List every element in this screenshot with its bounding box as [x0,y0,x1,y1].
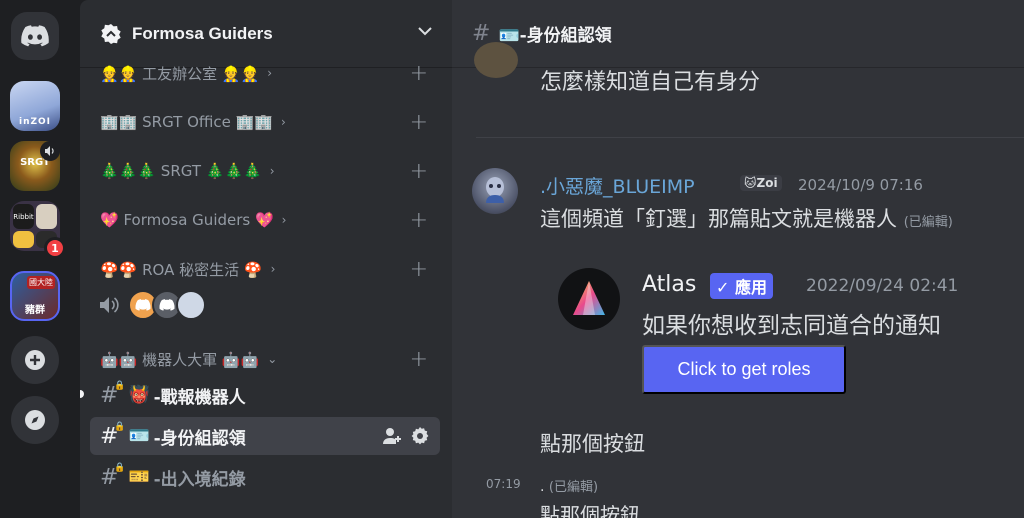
create-channel-plus-icon[interactable]: + [410,347,428,372]
create-channel-plus-icon[interactable]: + [410,257,428,282]
home-button[interactable] [11,12,59,60]
role-tag: 🐱Zoi [740,175,782,191]
message-content: 這個頻道「釘選」那篇貼文就是機器人 [540,207,897,231]
invite-user-icon[interactable] [382,426,402,446]
message-text: 怎麼樣知道自己有身分 [540,70,761,95]
create-channel-plus-icon[interactable]: + [410,110,428,135]
server-label: 豬群 [25,305,45,316]
message-timestamp: 2022/09/24 02:41 [806,276,959,296]
community-icon [100,23,122,45]
create-channel-plus-icon[interactable]: + [410,159,428,184]
app-tag: ✓ 應用 [710,273,773,299]
server-icon-pig-group[interactable]: 國大陸 豬群 [10,271,60,321]
message-text: 點那個按鈕 [540,505,640,518]
bot-name[interactable]: Atlas [642,272,696,297]
channel-label: -戰報機器人 [153,387,246,408]
speaker-icon [100,297,119,313]
category-formosa-guiders[interactable]: 💖 Formosa Guiders 💖 › + [80,206,452,234]
chat-area: # 🪪-身份組認領 怎麼樣知道自己有身分 .小惡魔_BLUEIMP 🐱Zoi 2… [452,0,1024,518]
category-label: 💖 Formosa Guiders 💖 [100,211,274,229]
bot-avatar[interactable] [558,268,620,330]
message-text: 點那個按鈕 [540,432,645,456]
gear-icon[interactable] [410,426,430,446]
server-thumb [36,204,57,229]
channel-label: -出入境紀錄 [153,469,246,490]
hash-lock-icon: # 🔒 [100,421,126,449]
chevron-right-icon: › [267,66,273,80]
chevron-right-icon: › [281,115,286,129]
mention-count-badge: 1 [44,237,66,259]
category-label: 🎄🎄🎄 SRGT 🎄🎄🎄 [100,162,262,180]
avatar[interactable] [472,168,518,214]
chevron-right-icon: › [281,213,287,227]
category-label: 🏢🏢 SRGT Office 🏢🏢 [100,113,273,131]
chevron-down-icon[interactable] [418,26,432,36]
message-timestamp: 2024/10/9 07:16 [798,176,923,194]
avatar[interactable] [474,42,518,78]
channel-battle-report-bot[interactable]: # 🔒 👹 -戰報機器人 [90,376,440,414]
channel-title: 🪪-身份組認領 [498,26,612,46]
add-server-button[interactable] [11,336,59,384]
chevron-right-icon: › [269,164,275,178]
message-text: . (已編輯) [540,476,598,495]
chevron-right-icon: › [270,262,276,276]
server-thumb [13,231,34,248]
channel-emoji: 🎫 [128,467,150,487]
category-office[interactable]: 👷👷 工友辦公室 👷👷 › + [80,59,452,87]
chevron-down-icon: ⌄ [267,352,278,366]
category-label: 👷👷 工友辦公室 👷👷 [100,64,260,83]
message-divider [476,137,1024,138]
discord-logo-icon [21,25,49,47]
channel-entry-exit-log[interactable]: # 🔒 🎫 -出入境紀錄 [90,458,440,496]
speaker-icon [40,141,60,161]
channel-actions [382,426,430,446]
get-roles-button[interactable]: Click to get roles [642,345,846,394]
category-srgt-office[interactable]: 🏢🏢 SRGT Office 🏢🏢 › + [80,108,452,136]
compass-icon [25,410,45,430]
channel-emoji: 🪪 [128,426,150,446]
edited-label: (已編輯) [548,480,599,495]
discord-app: inZOI SRGT Ribbit 1 國大陸 豬群 Formosa Guide… [0,0,1024,518]
explore-servers-button[interactable] [11,396,59,444]
message-content: . [540,479,545,495]
channel-emoji: 👹 [128,385,150,405]
server-icon-inzoi[interactable]: inZOI [10,81,60,131]
category-label: 🤖🤖 機器人大軍 🤖🤖 [100,350,260,369]
message-text: 如果你想收到志同道合的通知 [642,313,941,339]
voice-user-avatar[interactable] [176,290,206,320]
category-label: 🍄🍄 ROA 秘密生活 🍄 [100,260,263,279]
guild-header[interactable]: Formosa Guiders [80,0,452,68]
plus-circle-icon [25,350,45,370]
hash-lock-icon: # 🔒 [100,380,126,408]
create-channel-plus-icon[interactable]: + [410,61,428,86]
edited-label: (已編輯) [903,215,953,230]
category-bots[interactable]: 🤖🤖 機器人大軍 🤖🤖 ⌄ + [80,345,452,373]
create-channel-plus-icon[interactable]: + [410,208,428,233]
category-roa[interactable]: 🍄🍄 ROA 秘密生活 🍄 › + [80,255,452,283]
channel-label: -身份組認領 [153,428,246,449]
server-tag: 國大陸 [27,276,55,289]
server-rail: inZOI SRGT Ribbit 1 國大陸 豬群 [0,0,72,518]
channel-header: # 🪪-身份組認領 [452,0,1024,68]
category-srgt[interactable]: 🎄🎄🎄 SRGT 🎄🎄🎄 › + [80,157,452,185]
message-author[interactable]: .小惡魔_BLUEIMP [540,172,695,199]
server-thumb: Ribbit [13,204,34,229]
voice-activity[interactable] [98,290,206,320]
message-text: 這個頻道「釘選」那篇貼文就是機器人 (已編輯) [540,203,953,233]
server-label: inZOI [18,117,52,127]
guild-name: Formosa Guiders [132,23,273,43]
channel-role-claim[interactable]: # 🔒 🪪 -身份組認領 [90,417,440,455]
message-timestamp: 07:19 [486,477,521,491]
hash-lock-icon: # 🔒 [100,462,126,490]
